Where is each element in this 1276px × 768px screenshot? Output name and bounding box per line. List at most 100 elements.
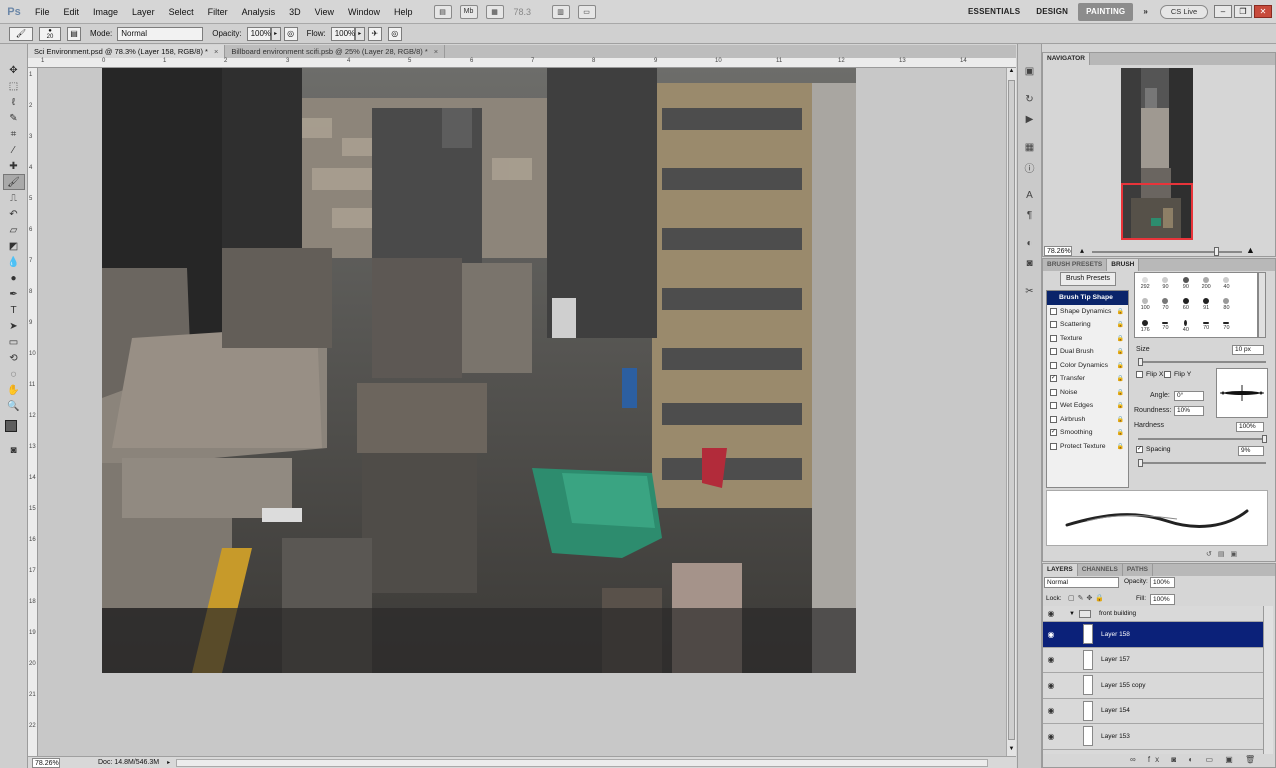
mode-select[interactable]: Normal <box>117 26 204 41</box>
tab-layers[interactable]: LAYERS <box>1043 564 1078 576</box>
close-icon[interactable]: ✕ <box>1254 5 1272 18</box>
workspace-painting[interactable]: PAINTING <box>1078 2 1134 21</box>
brush-option-color-dynamics[interactable]: Color Dynamics 🔒 <box>1047 359 1128 373</box>
brush-angle-preview[interactable] <box>1216 368 1268 418</box>
foreground-color-swatch[interactable] <box>5 420 17 432</box>
adjustments-panel-icon[interactable]: ◐ <box>1022 236 1038 250</box>
actions-panel-icon[interactable]: ▶ <box>1022 112 1038 126</box>
minibridge-icon[interactable]: Mb <box>459 4 478 19</box>
status-menu-arrow-icon[interactable]: ▸ <box>167 759 170 766</box>
document-canvas[interactable] <box>102 68 856 673</box>
zoom-in-icon[interactable]: ▲ <box>1246 245 1255 255</box>
brush-presets-button[interactable]: Brush Presets <box>1060 272 1116 286</box>
eyedropper-tool-icon[interactable]: ⁄ <box>3 142 25 158</box>
brush-option-transfer[interactable]: ✓ Transfer 🔒 <box>1047 372 1128 386</box>
menu-file[interactable]: File <box>28 0 57 24</box>
group-expand-icon[interactable]: ▼ <box>1069 611 1075 617</box>
tab-navigator[interactable]: NAVIGATOR <box>1043 53 1090 65</box>
layer-opacity-input[interactable]: 100% <box>1150 577 1175 588</box>
airbrush-icon[interactable]: ✈ <box>367 26 382 41</box>
brush-option-smoothing[interactable]: ✓ Smoothing 🔒 <box>1047 426 1128 440</box>
lock-icon[interactable]: 🔒 <box>1117 362 1124 369</box>
3d-orbit-tool-icon[interactable]: ◌ <box>3 366 25 382</box>
brush-option-shape-dynamics[interactable]: Shape Dynamics 🔒 <box>1047 305 1128 319</box>
navigator-zoom-field[interactable]: 78.26% <box>1044 246 1072 256</box>
brush-tip[interactable]: 200 <box>1196 273 1216 294</box>
visibility-eye-icon[interactable]: ◉ <box>1043 630 1059 639</box>
visibility-eye-icon[interactable]: ◉ <box>1043 706 1059 715</box>
doc-size-info[interactable]: Doc: 14.8M/546.3M <box>98 759 159 766</box>
doc-tab-billboard[interactable]: Billboard environment scifi.psb @ 25% (L… <box>225 45 446 58</box>
brush-option-noise[interactable]: Noise 🔒 <box>1047 386 1128 400</box>
layers-scrollbar[interactable] <box>1263 606 1273 754</box>
brush-option-airbrush[interactable]: Airbrush 🔒 <box>1047 413 1128 427</box>
layers-footer-icons[interactable]: ∞ fx ◙ ◐ ▭ ▣ 🗑 <box>1130 755 1260 764</box>
swatches-panel-icon[interactable]: ▦ <box>1022 140 1038 154</box>
brush-tip[interactable]: 90 <box>1155 273 1175 294</box>
brush-tip[interactable]: 292 <box>1135 273 1155 294</box>
brush-tip-scrollbar[interactable] <box>1258 272 1266 338</box>
menu-image[interactable]: Image <box>86 0 125 24</box>
lock-icon[interactable]: 🔒 <box>1117 308 1124 315</box>
brush-tip[interactable]: 40 <box>1176 316 1196 337</box>
lock-icon[interactable]: 🔒 <box>1117 335 1124 342</box>
lock-icon[interactable]: 🔒 <box>1117 402 1124 409</box>
menu-edit[interactable]: Edit <box>57 0 87 24</box>
lock-icon[interactable]: 🔒 <box>1117 375 1124 382</box>
checkbox[interactable] <box>1050 402 1057 410</box>
character-panel-icon[interactable]: A <box>1022 188 1038 202</box>
minimize-icon[interactable]: – <box>1214 5 1232 18</box>
hardness-input[interactable]: 100% <box>1236 422 1264 432</box>
brush-tip[interactable]: 90 <box>1176 273 1196 294</box>
spacing-control[interactable]: ✓ Spacing <box>1136 446 1171 453</box>
move-tool-icon[interactable]: ✥ <box>3 62 25 78</box>
visibility-eye-icon[interactable]: ◉ <box>1043 655 1059 664</box>
spacing-input[interactable]: 9% <box>1238 446 1264 456</box>
blur-tool-icon[interactable]: 💧 <box>3 254 25 270</box>
close-tab-icon[interactable]: × <box>434 47 438 56</box>
brush-option-tip-shape[interactable]: Brush Tip Shape <box>1047 291 1128 305</box>
menu-layer[interactable]: Layer <box>125 0 162 24</box>
arrange-documents-icon[interactable]: ▥ <box>551 4 570 19</box>
brush-tip[interactable]: 70 <box>1216 316 1236 337</box>
spacing-slider-knob[interactable] <box>1138 459 1143 467</box>
brush-option-texture[interactable]: Texture 🔒 <box>1047 332 1128 346</box>
tab-paths[interactable]: PATHS <box>1123 564 1153 576</box>
brush-tip[interactable]: 70 <box>1155 316 1175 337</box>
blend-mode-select[interactable]: Normal <box>1044 577 1119 588</box>
paint-bucket-tool-icon[interactable]: ◩ <box>3 238 25 254</box>
brush-tip[interactable] <box>1237 316 1257 337</box>
zoom-out-icon[interactable]: ▴ <box>1080 246 1084 255</box>
paragraph-panel-icon[interactable]: ¶ <box>1022 208 1038 222</box>
eraser-tool-icon[interactable]: ▱ <box>3 222 25 238</box>
brush-tip[interactable]: 60 <box>1176 294 1196 315</box>
type-tool-icon[interactable]: T <box>3 302 25 318</box>
hand-tool-icon[interactable]: ✋ <box>3 382 25 398</box>
checkbox-checked[interactable]: ✓ <box>1136 446 1143 453</box>
tab-brush-presets[interactable]: BRUSH PRESETS <box>1043 259 1108 271</box>
flow-input[interactable]: 100% <box>330 26 355 41</box>
info-panel-icon[interactable]: ⓘ <box>1022 160 1038 175</box>
brush-tip[interactable]: 100 <box>1135 294 1155 315</box>
navigator-zoom-knob[interactable] <box>1214 247 1219 256</box>
shape-tool-icon[interactable]: ▭ <box>3 334 25 350</box>
menu-filter[interactable]: Filter <box>201 0 235 24</box>
hardness-slider[interactable] <box>1138 438 1266 440</box>
history-brush-tool-icon[interactable]: ↶ <box>3 206 25 222</box>
brush-preset-picker[interactable]: ● 20 <box>39 26 61 41</box>
crop-tool-icon[interactable]: ⌗ <box>3 126 25 142</box>
lasso-tool-icon[interactable]: ℓ <box>3 94 25 110</box>
checkbox[interactable] <box>1050 442 1057 450</box>
opacity-input[interactable]: 100% <box>246 26 271 41</box>
menu-3d[interactable]: 3D <box>282 0 308 24</box>
cs-live-button[interactable]: CS Live <box>1160 4 1208 19</box>
tool-preset-picker[interactable]: 🖌 <box>9 26 33 41</box>
marquee-tool-icon[interactable]: ⬚ <box>3 78 25 94</box>
3d-rotate-tool-icon[interactable]: ⟲ <box>3 350 25 366</box>
status-zoom-field[interactable]: 78.26% <box>32 757 60 768</box>
visibility-eye-icon[interactable]: ◉ <box>1043 732 1059 741</box>
size-input[interactable]: 10 px <box>1232 345 1264 355</box>
brush-tip[interactable] <box>1237 273 1257 294</box>
clone-stamp-tool-icon[interactable]: ⎍ <box>3 190 25 206</box>
brush-tip[interactable] <box>1237 294 1257 315</box>
